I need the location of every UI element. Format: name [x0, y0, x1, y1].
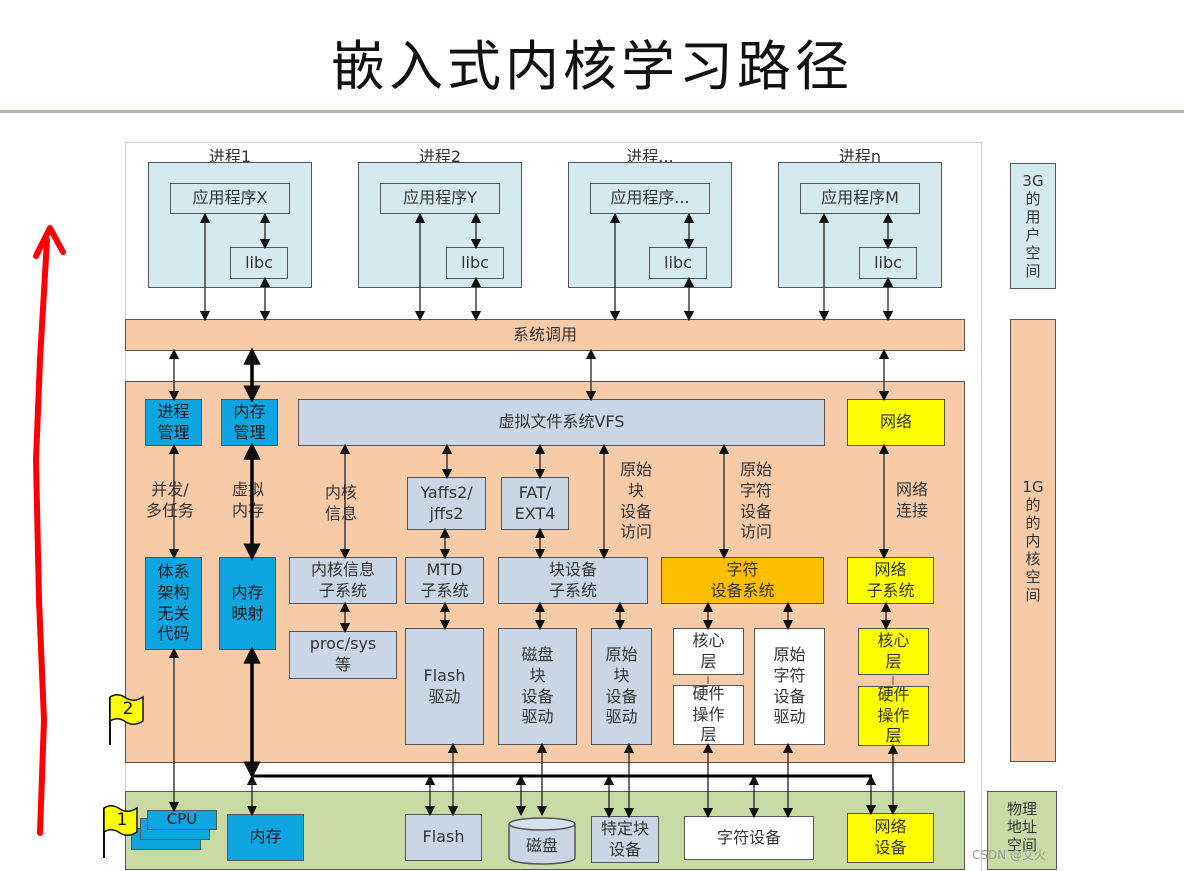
- net-device-box: 网络 设备: [847, 813, 934, 863]
- app-box: 应用程序M: [800, 183, 920, 214]
- learning-path-arrow: [32, 237, 50, 836]
- flash-box: Flash: [405, 814, 482, 861]
- kernel-info-subsystem-box: 内核信息 子系统: [289, 557, 397, 604]
- special-block-device-box: 特定块 设备: [591, 816, 659, 863]
- kernel-info-label: 内核 信息: [324, 483, 357, 523]
- disk-driver-box: 磁盘 块 设备 驱动: [498, 628, 577, 745]
- fat-box: FAT/ EXT4: [501, 477, 569, 530]
- flash-driver-box: Flash 驱动: [405, 628, 484, 745]
- vfs-box: 虚拟文件系统VFS: [298, 399, 825, 446]
- disk-cylinder: 磁盘: [508, 816, 576, 865]
- user-space-label: 3G 的 用 户 空 间: [1010, 163, 1056, 289]
- virtual-memory-label: 虚拟 内存: [231, 480, 264, 520]
- app-box: 应用程序Y: [380, 183, 500, 214]
- procsys-box: proc/sys 等: [289, 631, 397, 679]
- flag-2-label: 2: [122, 699, 134, 719]
- net-subsystem-box: 网络 子系统: [847, 557, 934, 604]
- mtd-subsystem-box: MTD 子系统: [405, 557, 484, 604]
- process-mgmt-box: 进程 管理: [145, 399, 202, 446]
- char-hw-layer-box: 硬件 操作 层: [673, 684, 744, 745]
- yaffs-box: Yaffs2/ jffs2: [407, 477, 486, 530]
- memory-mgmt-box: 内存 管理: [221, 399, 278, 446]
- kernel-space-label: 1G 的 的 内 核 空 间: [1010, 319, 1056, 762]
- disk-label: 磁盘: [525, 836, 558, 855]
- char-core-layer-box: 核心 层: [673, 628, 744, 675]
- net-connect-label: 网络 连接: [895, 480, 928, 520]
- libc-box: libc: [446, 247, 504, 279]
- watermark: CSDN @艾火: [972, 848, 1047, 862]
- raw-block-access-label: 原始 块 设备 访问: [619, 460, 652, 542]
- memory-box: 内存: [227, 814, 304, 861]
- arch-code-box: 体系 架构 无关 代码: [145, 557, 202, 650]
- page-title: 嵌入式内核学习路径: [331, 35, 853, 98]
- char-device-box: 字符设备: [684, 816, 814, 860]
- concurrency-label: 并发/ 多任务: [145, 480, 194, 520]
- net-hw-layer-box: 硬件 操作 层: [858, 685, 929, 746]
- syscall-bar: 系统调用: [125, 319, 965, 351]
- libc-box: libc: [230, 247, 288, 279]
- learning-path-arrowhead: [33, 225, 66, 259]
- flag-1-label: 1: [116, 810, 128, 830]
- block-subsystem-box: 块设备 子系统: [498, 557, 648, 604]
- title-divider: [0, 110, 1184, 113]
- app-box: 应用程序X: [170, 183, 290, 214]
- app-box: 应用程序...: [590, 183, 710, 214]
- cpu-box: CPU: [147, 810, 217, 830]
- net-core-layer-box: 核心 层: [858, 628, 929, 675]
- raw-block-driver-box: 原始 块 设备 驱动: [591, 628, 652, 745]
- libc-box: libc: [649, 247, 707, 279]
- raw-char-access-label: 原始 字符 设备 访问: [739, 460, 772, 542]
- memory-map-box: 内存 映射: [219, 557, 276, 650]
- network-box: 网络: [847, 399, 945, 446]
- raw-char-driver-box: 原始 字符 设备 驱动: [754, 628, 825, 745]
- char-subsystem-box: 字符 设备系统: [661, 557, 824, 604]
- libc-box: libc: [859, 247, 917, 279]
